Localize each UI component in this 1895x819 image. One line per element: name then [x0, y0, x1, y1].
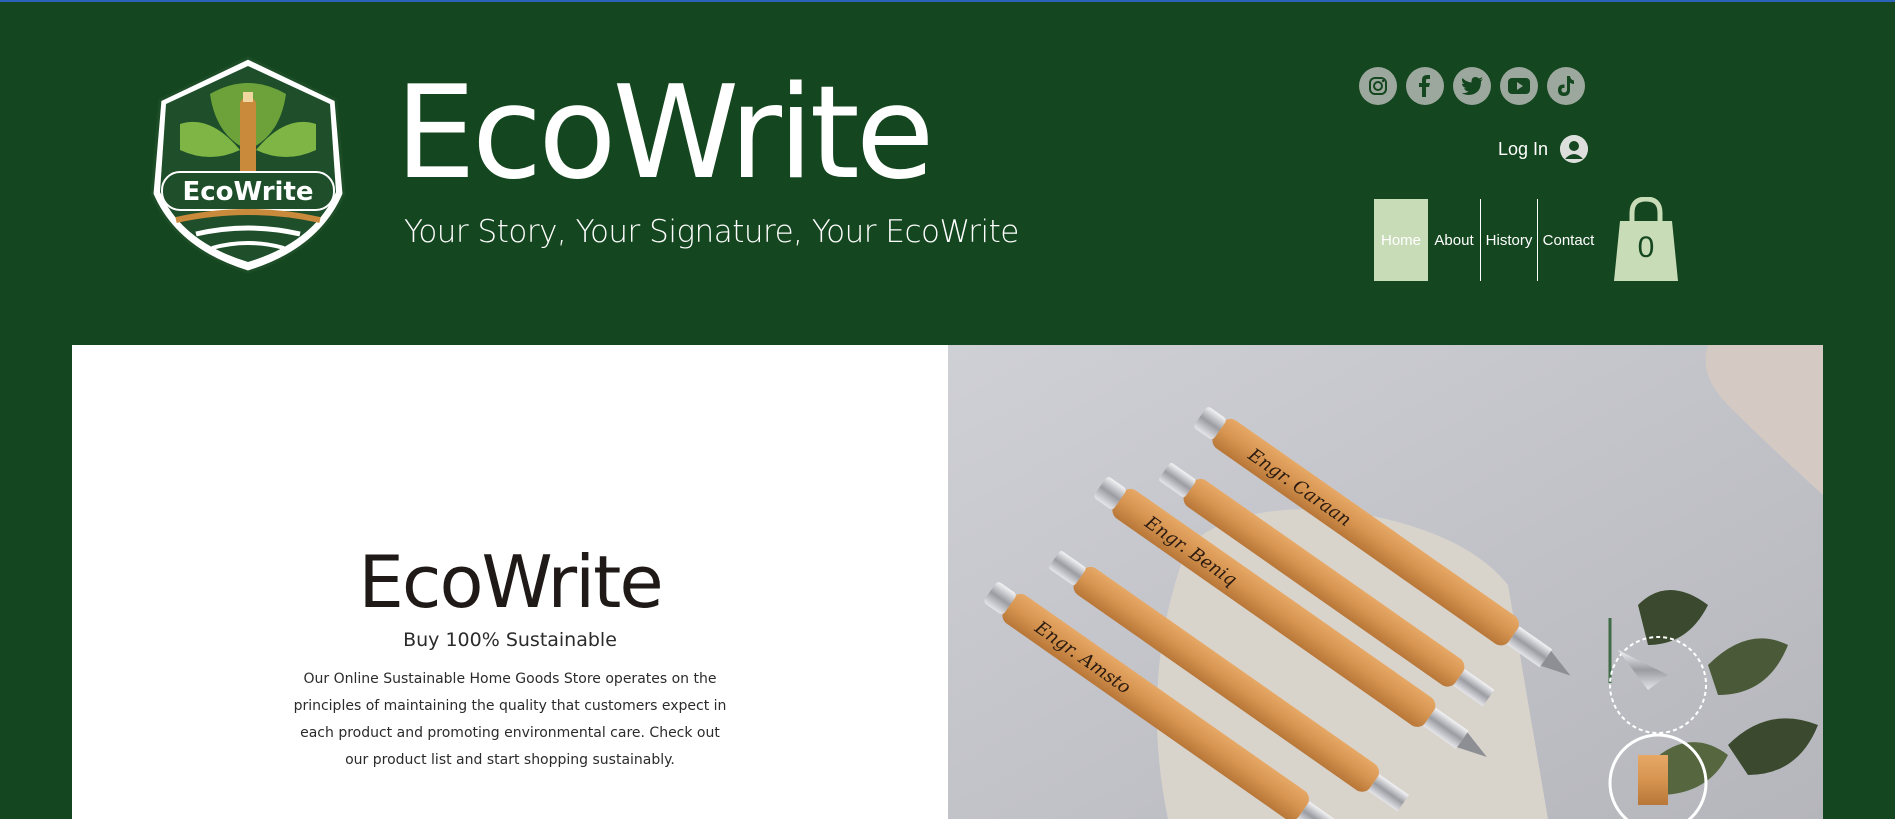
- logo-text: EcoWrite: [182, 177, 313, 207]
- social-bar: [1359, 67, 1585, 105]
- cart-count: 0: [1637, 231, 1655, 264]
- login-label: Log In: [1498, 138, 1549, 159]
- brand-tagline: Your Story, Your Signature, Your EcoWrit…: [404, 214, 1019, 250]
- facebook-icon[interactable]: [1406, 67, 1444, 105]
- login-link[interactable]: Log In: [1498, 135, 1589, 163]
- avatar-icon: [1560, 135, 1589, 163]
- nav-item-history[interactable]: History: [1480, 199, 1537, 281]
- youtube-icon[interactable]: [1500, 67, 1538, 105]
- nav-item-about[interactable]: About: [1428, 199, 1480, 281]
- twitter-icon[interactable]: [1453, 67, 1491, 105]
- hero-subtitle: Buy 100% Sustainable: [403, 629, 617, 651]
- nav-item-home[interactable]: Home: [1374, 199, 1428, 281]
- main-nav: Home About History Contact: [1374, 199, 1599, 281]
- hero-product-image: Engr. Caraan Engr. Beniq Engr. Amsto: [948, 345, 1823, 819]
- tiktok-icon[interactable]: [1547, 67, 1585, 105]
- site-logo[interactable]: EcoWrite: [140, 54, 356, 274]
- nav-item-contact[interactable]: Contact: [1537, 199, 1599, 281]
- hero-title: EcoWrite: [358, 540, 663, 624]
- cart-button[interactable]: 0: [1612, 196, 1680, 283]
- instagram-icon[interactable]: [1359, 67, 1397, 105]
- hero-description: Our Online Sustainable Home Goods Store …: [293, 671, 727, 768]
- brand-title: EcoWrite: [395, 59, 934, 208]
- site-header: EcoWrite EcoWrite Your Story, Your Signa…: [0, 0, 1895, 345]
